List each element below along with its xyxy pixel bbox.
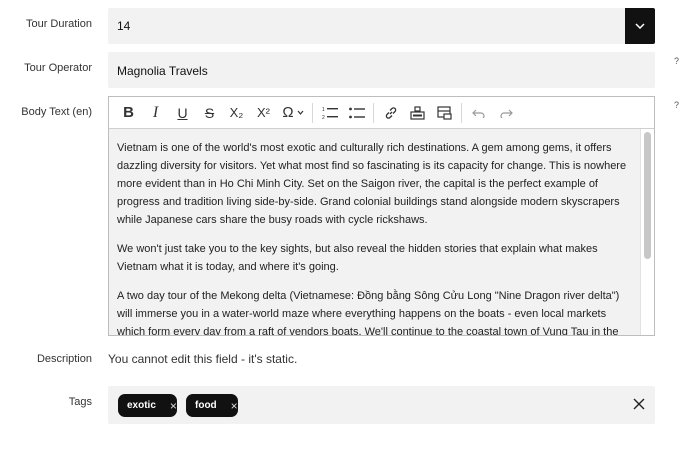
undo-button[interactable] <box>465 101 492 125</box>
toolbar-divider <box>373 102 374 123</box>
subscript-button[interactable]: X₂ <box>223 101 250 125</box>
editor-toolbar: B I U S X₂ X² Ω 12 <box>109 97 654 129</box>
strikethrough-button[interactable]: S <box>196 101 223 125</box>
undo-icon <box>471 109 485 118</box>
tag-chip: exotic × <box>118 394 177 417</box>
tag-label: food <box>195 400 217 411</box>
special-characters-button[interactable]: Ω <box>277 101 309 125</box>
ordered-list-icon: 12 <box>322 107 338 120</box>
body-text-editor[interactable]: B I U S X₂ X² Ω 12 Vietnam is one of the… <box>108 96 655 336</box>
svg-text:2: 2 <box>322 115 325 120</box>
close-icon[interactable] <box>631 396 647 412</box>
redo-icon <box>499 109 513 118</box>
tags-label: Tags <box>68 396 92 408</box>
tour-operator-label: Tour Operator <box>24 62 92 74</box>
redo-button[interactable] <box>492 101 519 125</box>
italic-button[interactable]: I <box>142 101 169 125</box>
toolbar-divider <box>461 102 462 123</box>
svg-text:1: 1 <box>322 107 325 113</box>
tags-input[interactable]: exotic × food × <box>108 386 655 424</box>
ordered-list-button[interactable]: 12 <box>316 101 343 125</box>
toolbar-divider <box>312 102 313 123</box>
underline-button[interactable]: U <box>169 101 196 125</box>
body-text-label: Body Text (en) <box>21 106 92 118</box>
body-text-help-icon[interactable]: ? <box>674 100 679 110</box>
remove-tag-icon[interactable]: × <box>231 399 238 413</box>
tour-duration-label: Tour Duration <box>25 18 92 30</box>
chevron-down-icon <box>635 23 645 29</box>
scrollbar-thumb[interactable] <box>644 132 651 259</box>
tour-duration-value: 14 <box>117 19 131 33</box>
tour-operator-input[interactable]: Magnolia Travels <box>108 52 655 88</box>
tour-operator-help-icon[interactable]: ? <box>674 56 679 66</box>
embed-icon <box>410 105 425 120</box>
editor-scrollbar[interactable] <box>640 129 654 335</box>
table-button[interactable] <box>431 101 458 125</box>
body-paragraph: A two day tour of the Mekong delta (Viet… <box>117 290 620 335</box>
body-paragraph: We won't just take you to the key sights… <box>117 243 598 273</box>
tour-duration-select[interactable]: 14 <box>108 8 655 44</box>
tour-operator-value: Magnolia Travels <box>117 64 208 78</box>
table-icon <box>437 105 452 120</box>
superscript-button[interactable]: X² <box>250 101 277 125</box>
link-icon <box>385 106 396 119</box>
link-button[interactable] <box>377 101 404 125</box>
bullet-list-icon <box>348 107 365 118</box>
tag-chip: food × <box>186 394 238 417</box>
chevron-down-icon <box>297 110 304 115</box>
embed-button[interactable] <box>404 101 431 125</box>
dropdown-toggle-button[interactable] <box>625 8 655 44</box>
description-label: Description <box>36 353 92 365</box>
body-paragraph: Vietnam is one of the world's most exoti… <box>117 142 627 226</box>
omega-icon: Ω <box>282 104 294 121</box>
description-static-text: You cannot edit this field - it's static… <box>108 352 298 366</box>
bullet-list-button[interactable] <box>343 101 370 125</box>
remove-tag-icon[interactable]: × <box>170 399 177 413</box>
tag-label: exotic <box>127 400 156 411</box>
editor-content[interactable]: Vietnam is one of the world's most exoti… <box>109 129 641 335</box>
bold-button[interactable]: B <box>115 101 142 125</box>
